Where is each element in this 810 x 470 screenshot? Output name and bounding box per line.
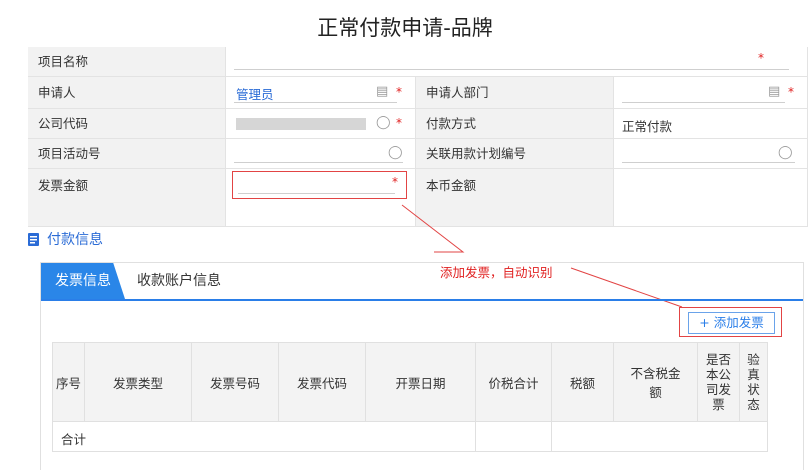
col-header: 税额 (552, 342, 614, 422)
col-header: 价税合计 (476, 342, 552, 422)
col-header: 验真状态 (740, 342, 768, 422)
tab-bar: 发票信息 收款账户信息 (41, 263, 803, 301)
add-invoice-button[interactable]: + 添加发票 (688, 312, 775, 334)
total-row: 合计 (52, 422, 476, 452)
col-header: 不含税金额 (614, 342, 698, 422)
col-header: 开票日期 (366, 342, 476, 422)
col-header: 序号 (52, 342, 85, 422)
total-cell (552, 422, 768, 452)
col-header: 是否本公司发票 (698, 342, 740, 422)
add-invoice-highlight: + 添加发票 (679, 307, 782, 337)
col-header: 发票代码 (279, 342, 366, 422)
col-header: 发票号码 (192, 342, 279, 422)
total-cell (476, 422, 552, 452)
tab-receiving-account[interactable]: 收款账户信息 (137, 263, 221, 299)
tab-invoice-info[interactable]: 发票信息 (41, 263, 125, 299)
col-header: 发票类型 (85, 342, 192, 422)
total-label: 合计 (61, 432, 87, 447)
